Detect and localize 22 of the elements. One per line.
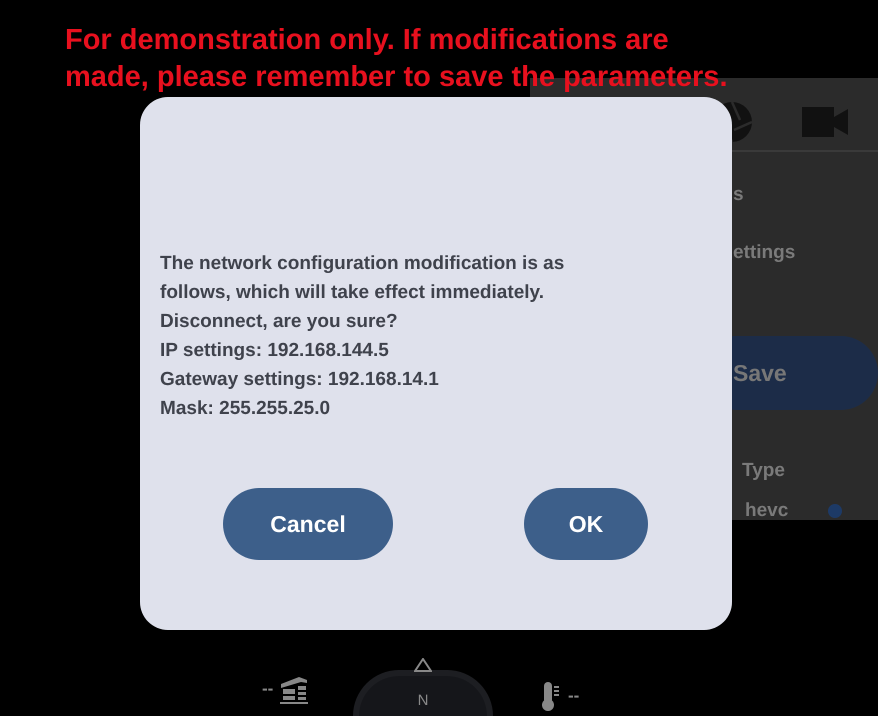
demo-notice: For demonstration only. If modifications are xyxy=(65,23,670,58)
message-text: Disconnect, are you sure? xyxy=(160,310,399,334)
settings-label: ettings xyxy=(733,242,796,264)
message-text: Mask: 255.255.25.0 xyxy=(160,397,332,421)
message-text: The network configuration modification is as xyxy=(160,252,566,276)
message-text: Gateway settings: 192.168.14.1 xyxy=(160,368,440,392)
video-camera-icon xyxy=(802,107,848,137)
temperature-value: -- xyxy=(568,686,580,706)
settings-label: s xyxy=(733,184,745,206)
building-icon xyxy=(279,674,310,704)
triangle-icon xyxy=(414,658,432,672)
message-text: follows, which will take effect immediately. xyxy=(160,281,545,305)
message-text: IP settings: 192.168.144.5 xyxy=(160,339,390,363)
cancel-button[interactable]: Cancel xyxy=(223,488,393,560)
altitude-value: -- xyxy=(262,679,274,699)
demo-notice: made, please remember to save the parameters. xyxy=(65,60,728,95)
compass-heading: N xyxy=(416,692,430,709)
ok-button[interactable]: OK xyxy=(524,488,648,560)
radio-button[interactable] xyxy=(828,504,842,518)
thermometer-icon xyxy=(540,680,560,712)
option-label: hevc xyxy=(745,500,788,522)
settings-label: Type xyxy=(742,460,786,482)
